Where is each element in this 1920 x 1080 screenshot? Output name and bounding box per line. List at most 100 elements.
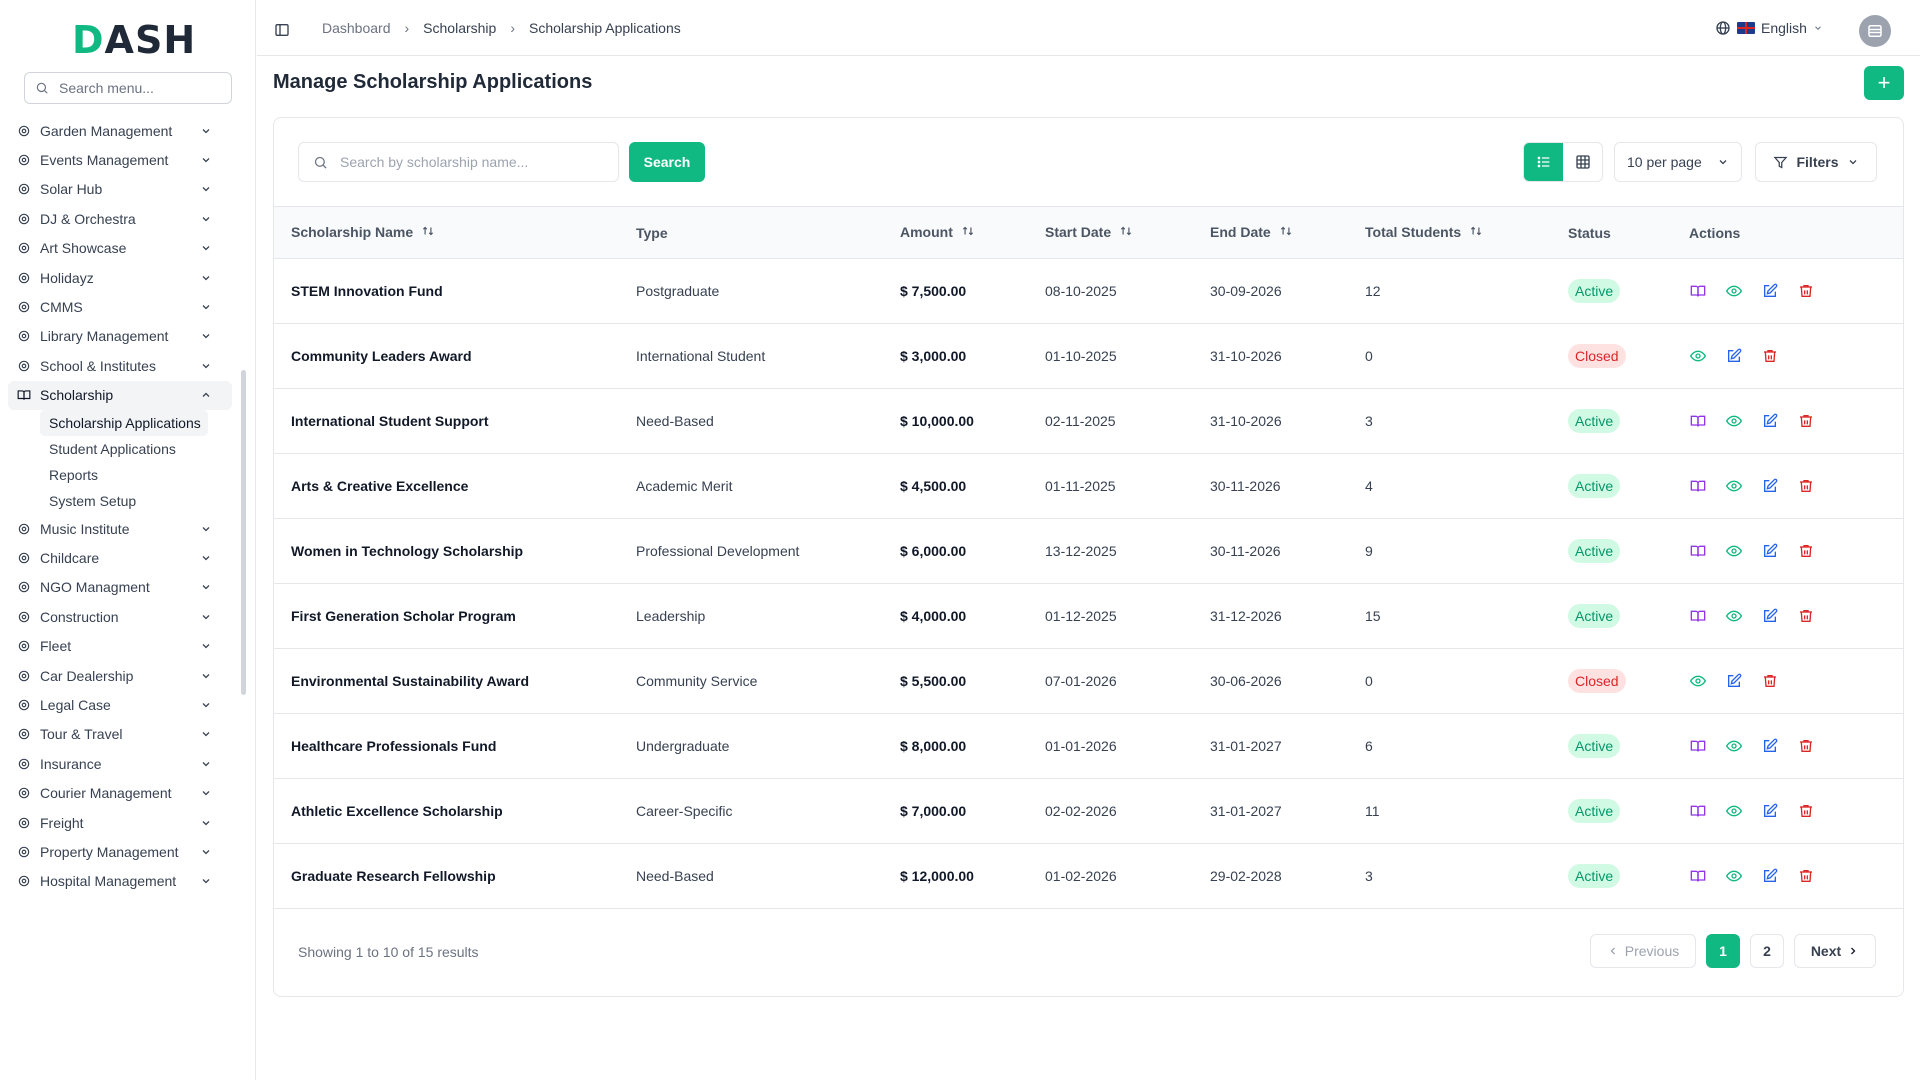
search-button[interactable]: Search	[629, 142, 705, 182]
language-selector[interactable]: English	[1715, 20, 1823, 36]
sidebar-item-art-showcase[interactable]: Art Showcase	[8, 234, 232, 263]
submenu-item-system-setup[interactable]: System Setup	[40, 488, 232, 514]
column-header-start-date[interactable]: Start Date	[1028, 207, 1193, 259]
breadcrumb-dashboard[interactable]: Dashboard	[322, 20, 391, 36]
apply-book-icon[interactable]	[1689, 542, 1707, 560]
breadcrumb-scholarship[interactable]: Scholarship	[423, 20, 496, 36]
apply-book-icon[interactable]	[1689, 282, 1707, 300]
filters-button[interactable]: Filters	[1755, 142, 1877, 182]
sidebar-item-insurance[interactable]: Insurance	[8, 749, 232, 778]
view-eye-icon[interactable]	[1725, 802, 1743, 820]
chevron-down-icon	[198, 579, 214, 595]
sidebar-scrollbar[interactable]	[241, 370, 246, 695]
sidebar-item-cmms[interactable]: CMMS	[8, 292, 232, 321]
column-header-amount[interactable]: Amount	[883, 207, 1028, 259]
delete-trash-icon[interactable]	[1761, 672, 1779, 690]
sidebar-item-hospital-management[interactable]: Hospital Management	[8, 867, 232, 896]
sort-icon[interactable]	[1469, 224, 1483, 241]
sidebar-item-dj-orchestra[interactable]: DJ & Orchestra	[8, 204, 232, 233]
view-eye-icon[interactable]	[1725, 542, 1743, 560]
submenu-item-student-applications[interactable]: Student Applications	[40, 436, 232, 462]
view-eye-icon[interactable]	[1725, 867, 1743, 885]
sidebar-item-garden-management[interactable]: Garden Management	[8, 116, 232, 145]
cell-amount: $ 7,000.00	[900, 803, 967, 819]
sort-icon[interactable]	[961, 224, 975, 241]
next-page-button[interactable]: Next	[1794, 934, 1876, 968]
delete-trash-icon[interactable]	[1797, 282, 1815, 300]
edit-pencil-icon[interactable]	[1761, 802, 1779, 820]
apply-book-icon[interactable]	[1689, 607, 1707, 625]
sidebar-item-car-dealership[interactable]: Car Dealership	[8, 661, 232, 690]
view-eye-icon[interactable]	[1725, 737, 1743, 755]
page-2-button[interactable]: 2	[1750, 934, 1784, 968]
submenu-item-scholarship-applications[interactable]: Scholarship Applications	[40, 409, 208, 436]
apply-book-icon[interactable]	[1689, 412, 1707, 430]
delete-trash-icon[interactable]	[1797, 412, 1815, 430]
edit-pencil-icon[interactable]	[1761, 477, 1779, 495]
previous-page-button[interactable]: Previous	[1590, 934, 1696, 968]
sidebar-item-childcare[interactable]: Childcare	[8, 543, 232, 572]
delete-trash-icon[interactable]	[1797, 607, 1815, 625]
sidebar-item-construction[interactable]: Construction	[8, 602, 232, 631]
delete-trash-icon[interactable]	[1797, 802, 1815, 820]
view-eye-icon[interactable]	[1725, 477, 1743, 495]
edit-pencil-icon[interactable]	[1761, 737, 1779, 755]
sidebar-item-library-management[interactable]: Library Management	[8, 322, 232, 351]
view-eye-icon[interactable]	[1689, 347, 1707, 365]
sidebar-search-input[interactable]: Search menu...	[24, 72, 232, 104]
column-header-scholarship-name[interactable]: Scholarship Name	[274, 207, 619, 259]
apply-book-icon[interactable]	[1689, 802, 1707, 820]
avatar[interactable]	[1859, 15, 1891, 47]
view-eye-icon[interactable]	[1725, 282, 1743, 300]
edit-pencil-icon[interactable]	[1761, 867, 1779, 885]
sort-icon[interactable]	[421, 224, 435, 241]
scholarship-search-input[interactable]: Search by scholarship name...	[298, 142, 619, 182]
sidebar-item-scholarship[interactable]: Scholarship	[8, 380, 232, 410]
sidebar-item-holidayz[interactable]: Holidayz	[8, 263, 232, 292]
edit-pencil-icon[interactable]	[1761, 607, 1779, 625]
column-header-end-date[interactable]: End Date	[1193, 207, 1348, 259]
sidebar-item-courier-management[interactable]: Courier Management	[8, 778, 232, 807]
delete-trash-icon[interactable]	[1797, 477, 1815, 495]
chevron-down-icon	[1815, 26, 1821, 30]
sort-icon[interactable]	[1119, 224, 1133, 241]
delete-trash-icon[interactable]	[1761, 347, 1779, 365]
edit-pencil-icon[interactable]	[1761, 282, 1779, 300]
toggle-sidebar-icon[interactable]	[274, 22, 290, 43]
sidebar-item-property-management[interactable]: Property Management	[8, 837, 232, 866]
sidebar-item-tour-travel[interactable]: Tour & Travel	[8, 720, 232, 749]
sort-icon[interactable]	[1279, 224, 1293, 241]
edit-pencil-icon[interactable]	[1761, 542, 1779, 560]
page-1-button[interactable]: 1	[1706, 934, 1740, 968]
add-scholarship-button[interactable]: +	[1864, 66, 1904, 100]
column-header-total-students[interactable]: Total Students	[1348, 207, 1551, 259]
sidebar-item-music-institute[interactable]: Music Institute	[8, 514, 232, 543]
edit-pencil-icon[interactable]	[1761, 412, 1779, 430]
apply-book-icon[interactable]	[1689, 737, 1707, 755]
view-eye-icon[interactable]	[1725, 607, 1743, 625]
delete-trash-icon[interactable]	[1797, 737, 1815, 755]
submenu-item-reports[interactable]: Reports	[40, 462, 232, 488]
apply-book-icon[interactable]	[1689, 867, 1707, 885]
apply-book-icon[interactable]	[1689, 477, 1707, 495]
sidebar-item-solar-hub[interactable]: Solar Hub	[8, 175, 232, 204]
edit-pencil-icon[interactable]	[1725, 672, 1743, 690]
sidebar-item-ngo-managment[interactable]: NGO Managment	[8, 573, 232, 602]
list-view-button[interactable]	[1524, 143, 1563, 181]
view-eye-icon[interactable]	[1725, 412, 1743, 430]
sidebar-item-events-management[interactable]: Events Management	[8, 145, 232, 174]
cell-scholarship-name: Arts & Creative Excellence	[291, 478, 469, 494]
sidebar-item-legal-case[interactable]: Legal Case	[8, 690, 232, 719]
grid-view-button[interactable]	[1563, 143, 1602, 181]
delete-trash-icon[interactable]	[1797, 867, 1815, 885]
sidebar-item-school-institutes[interactable]: School & Institutes	[8, 351, 232, 380]
search-icon	[36, 82, 48, 94]
delete-trash-icon[interactable]	[1797, 542, 1815, 560]
cell-type: Academic Merit	[636, 478, 733, 494]
per-page-select[interactable]: 10 per page	[1614, 142, 1742, 182]
sidebar-item-freight[interactable]: Freight	[8, 808, 232, 837]
dash-logo[interactable]: D ASH	[72, 18, 196, 62]
sidebar-item-fleet[interactable]: Fleet	[8, 631, 232, 660]
edit-pencil-icon[interactable]	[1725, 347, 1743, 365]
view-eye-icon[interactable]	[1689, 672, 1707, 690]
